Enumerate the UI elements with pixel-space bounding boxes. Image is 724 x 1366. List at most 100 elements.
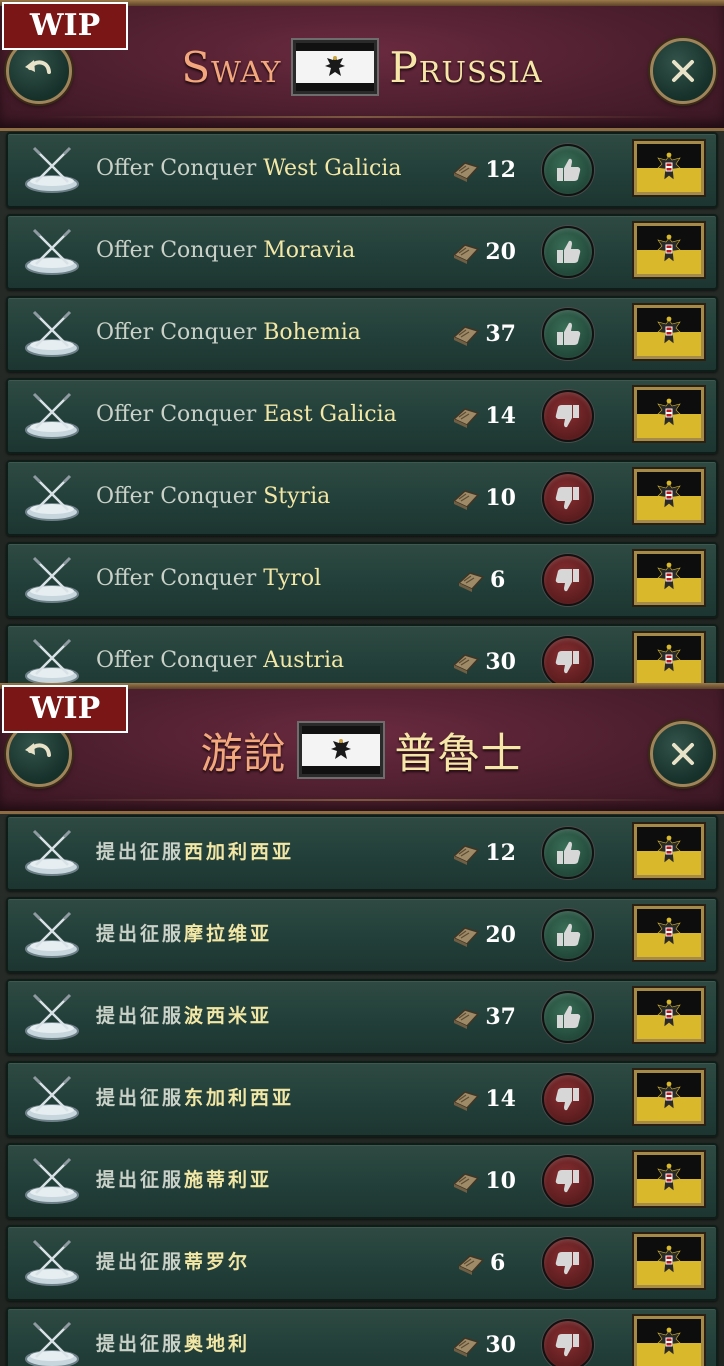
- acceptance-indicator: [542, 472, 594, 524]
- austria-flag[interactable]: [634, 1152, 704, 1206]
- deal-row[interactable]: 提出征服西加利西亚 12: [6, 815, 718, 891]
- acceptance-indicator: [542, 226, 594, 278]
- favor-cost-value: 37: [485, 321, 516, 347]
- deal-target-label: 东加利西亚: [184, 1087, 295, 1109]
- deal-row[interactable]: 提出征服奥地利 30: [6, 1307, 718, 1366]
- deal-target-label: Styria: [263, 484, 331, 509]
- acceptance-indicator: [542, 144, 594, 196]
- favor-cost: 37: [451, 1001, 516, 1033]
- crossed-swords-icon: [25, 392, 79, 439]
- favor-cost-value: 12: [485, 157, 516, 183]
- deal-row[interactable]: Offer Conquer Tyrol 6: [6, 542, 718, 618]
- double-eagle-icon: [657, 562, 681, 591]
- panel-header: WIP Sway Prussia: [0, 0, 724, 131]
- deal-action-label: Offer Conquer: [96, 648, 264, 673]
- deal-row[interactable]: Offer Conquer Bohemia 37: [6, 296, 718, 372]
- wip-badge: WIP: [2, 2, 128, 50]
- favor-cost: 30: [451, 646, 516, 678]
- thumbs-up-icon: [557, 158, 581, 181]
- austria-flag[interactable]: [634, 469, 704, 523]
- crossed-swords-icon: [25, 556, 79, 603]
- favor-cost: 12: [451, 837, 516, 869]
- crossed-swords-icon: [25, 1321, 79, 1366]
- double-eagle-icon: [657, 152, 681, 181]
- acceptance-indicator: [542, 1155, 594, 1207]
- deal-action-label: Offer Conquer: [96, 156, 264, 181]
- double-eagle-icon: [657, 316, 681, 345]
- close-button[interactable]: [650, 38, 716, 104]
- favor-cost-value: 6: [490, 1250, 506, 1276]
- deal-list: Offer Conquer West Galicia 12 Offer Conq…: [6, 132, 718, 683]
- deal-row[interactable]: 提出征服波西米亚 37: [6, 979, 718, 1055]
- austria-flag[interactable]: [634, 305, 704, 359]
- deal-action-label: 提出征服: [96, 1169, 185, 1191]
- favor-cost-value: 12: [485, 840, 516, 866]
- favor-cost: 20: [451, 919, 516, 951]
- austria-flag[interactable]: [634, 988, 704, 1042]
- acceptance-indicator: [542, 308, 594, 360]
- favor-tablet-icon: [453, 326, 480, 346]
- eagle-icon: [330, 739, 351, 759]
- deal-row[interactable]: Offer Conquer West Galicia 12: [6, 132, 718, 208]
- deal-row[interactable]: Offer Conquer Austria 30: [6, 624, 718, 683]
- austria-flag[interactable]: [634, 1234, 704, 1288]
- austria-flag[interactable]: [634, 1316, 704, 1366]
- acceptance-indicator: [542, 390, 594, 442]
- acceptance-indicator: [542, 1319, 594, 1366]
- crossed-swords-icon: [25, 911, 79, 958]
- favor-tablet-icon: [453, 408, 480, 428]
- favor-tablet-icon: [453, 490, 480, 510]
- double-eagle-icon: [657, 1163, 681, 1192]
- deal-target-label: 波西米亚: [184, 1005, 273, 1027]
- deal-row[interactable]: Offer Conquer Styria 10: [6, 460, 718, 536]
- austria-flag[interactable]: [634, 633, 704, 683]
- austria-flag[interactable]: [634, 906, 704, 960]
- crossed-swords-icon: [25, 1239, 79, 1286]
- favor-tablet-icon: [453, 1091, 480, 1111]
- crossed-swords-icon: [25, 1075, 79, 1122]
- crossed-swords-icon: [25, 1157, 79, 1204]
- double-eagle-icon: [657, 917, 681, 946]
- title-country: Prussia: [389, 42, 543, 92]
- close-x-icon: [672, 743, 694, 765]
- thumbs-down-icon: [555, 405, 579, 428]
- deal-action-label: 提出征服: [96, 923, 185, 945]
- crossed-swords-icon: [25, 638, 79, 683]
- austria-flag[interactable]: [634, 387, 704, 441]
- crossed-swords-icon: [25, 474, 79, 521]
- back-arrow-icon: [25, 743, 51, 757]
- crossed-swords-icon: [25, 993, 79, 1040]
- favor-cost: 37: [451, 318, 516, 350]
- favor-cost: 6: [456, 564, 516, 596]
- deal-action-label: 提出征服: [96, 1005, 185, 1027]
- thumbs-down-icon: [555, 1334, 579, 1357]
- crossed-swords-icon: [25, 146, 79, 193]
- deal-row[interactable]: Offer Conquer Moravia 20: [6, 214, 718, 290]
- deal-row[interactable]: Offer Conquer East Galicia 14: [6, 378, 718, 454]
- favor-cost: 10: [451, 1165, 516, 1197]
- deal-row[interactable]: 提出征服东加利西亚 14: [6, 1061, 718, 1137]
- thumbs-down-icon: [555, 1252, 579, 1275]
- double-eagle-icon: [657, 1327, 681, 1356]
- deal-action-label: Offer Conquer: [96, 484, 264, 509]
- deal-target-label: West Galicia: [263, 156, 402, 181]
- deal-action-label: Offer Conquer: [96, 402, 264, 427]
- eagle-icon: [325, 56, 346, 76]
- austria-flag[interactable]: [634, 551, 704, 605]
- sway-panel-2: WIP 游說 普魯士 提出征服西加利西亚 12 提出征服摩拉维亚 20 提出征服…: [0, 683, 724, 1366]
- acceptance-indicator: [542, 909, 594, 961]
- double-eagle-icon: [657, 1245, 681, 1274]
- favor-tablet-icon: [453, 654, 480, 674]
- deal-row[interactable]: 提出征服蒂罗尔 6: [6, 1225, 718, 1301]
- austria-flag[interactable]: [634, 141, 704, 195]
- austria-flag[interactable]: [634, 824, 704, 878]
- thumbs-down-icon: [555, 487, 579, 510]
- deal-target-label: 蒂罗尔: [184, 1251, 251, 1273]
- thumbs-up-icon: [557, 923, 581, 946]
- deal-row[interactable]: 提出征服摩拉维亚 20: [6, 897, 718, 973]
- crossed-swords-icon: [25, 310, 79, 357]
- deal-row[interactable]: 提出征服施蒂利亚 10: [6, 1143, 718, 1219]
- close-button[interactable]: [650, 721, 716, 787]
- austria-flag[interactable]: [634, 1070, 704, 1124]
- austria-flag[interactable]: [634, 223, 704, 277]
